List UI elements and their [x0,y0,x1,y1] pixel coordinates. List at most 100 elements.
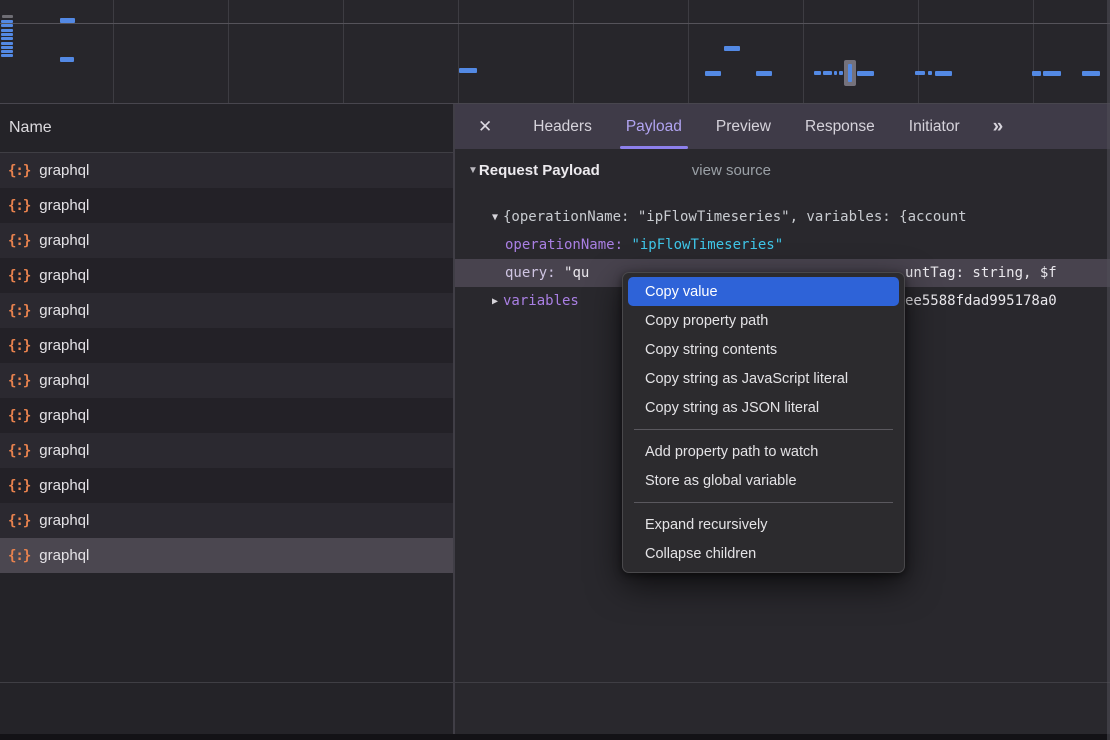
name-column-label: Name [9,119,52,137]
timeline-request-bar [1082,71,1100,76]
json-braces-icon: {:} [8,408,30,424]
section-title: Request Payload [479,162,600,179]
context-menu-item[interactable]: Collapse children [628,539,899,568]
context-menu-item[interactable]: Copy property path [628,306,899,335]
payload-summary-row[interactable]: ▼ {operationName: "ipFlowTimeseries", va… [455,203,1110,231]
property-key: operationName: [505,237,631,253]
timeline-request-bar [1,29,13,32]
json-braces-icon: {:} [8,233,30,249]
context-menu: Copy valueCopy property pathCopy string … [622,272,905,573]
more-tabs-chevron-icon[interactable]: » [993,116,1002,138]
request-name-label: graphql [39,162,89,179]
context-menu-item[interactable]: Copy string as JavaScript literal [628,364,899,393]
request-row[interactable]: {:} graphql [0,363,453,398]
network-overview-timeline[interactable] [0,0,1110,104]
timeline-request-bar [823,71,832,75]
request-row[interactable]: {:} graphql [0,153,453,188]
json-braces-icon: {:} [8,443,30,459]
timeline-request-bar [1032,71,1041,76]
request-row[interactable]: {:} graphql [0,258,453,293]
timeline-request-bar [1,42,13,45]
property-key: query: [505,265,564,281]
timeline-request-bar [1,33,13,36]
context-menu-item[interactable]: Store as global variable [628,466,899,495]
request-row[interactable]: {:} graphql [0,188,453,223]
context-menu-item[interactable]: Copy string contents [628,335,899,364]
json-braces-icon: {:} [8,198,30,214]
timeline-gridline [918,0,919,103]
request-name-label: graphql [39,372,89,389]
property-value-right: untTag: string, $f [905,265,1057,281]
timeline-request-bar [60,57,74,62]
timeline-request-bar [60,18,75,23]
timeline-request-bar [857,71,874,76]
request-row[interactable]: {:} graphql [0,293,453,328]
timeline-request-bar [834,71,837,75]
request-row[interactable]: {:}graphql [0,538,453,573]
collapse-triangle-icon[interactable]: ▼ [468,165,478,176]
timeline-request-bar [814,71,821,75]
tab-payload[interactable]: Payload [609,104,699,149]
tab-response[interactable]: Response [788,104,892,149]
timeline-gridline [343,0,344,103]
timeline-request-bar [1,54,13,57]
request-payload-section-header[interactable]: ▼ Request Payload view source [468,162,771,179]
timeline-request-bar [756,71,772,76]
request-list: {:} graphql {:} graphql {:} graphql {:} graphql… [0,153,453,573]
json-braces-icon: {:} [8,373,30,389]
tab-headers[interactable]: Headers [516,104,609,149]
request-name-label: graphql [39,407,89,424]
timeline-gridline [803,0,804,103]
timeline-request-bar [1,37,13,40]
property-value: "ipFlowTimeseries" [631,237,783,253]
request-list-panel: Name {:}graphql{:}graphql{:}graphql{:}gr… [0,104,455,734]
timeline-request-bar [935,71,952,76]
timeline-request-bar [459,68,477,73]
context-menu-item[interactable]: Expand recursively [628,510,899,539]
context-menu-item[interactable]: Copy string as JSON literal [628,393,899,422]
timeline-request-bar [915,71,925,75]
tab-initiator[interactable]: Initiator [892,104,977,149]
timeline-gridline [573,0,574,103]
timeline-request-bar [928,71,932,75]
timeline-request-bar [2,15,13,18]
json-braces-icon: {:} [8,303,30,319]
request-name-label: graphql [39,267,89,284]
timeline-gridline [688,0,689,103]
timeline-request-bar [839,71,843,75]
timeline-request-bar [1043,71,1061,76]
json-braces-icon: {:} [8,268,30,284]
request-row[interactable]: {:}graphql [0,328,453,363]
context-menu-item[interactable]: Add property path to watch [628,437,899,466]
details-tab-bar: ✕ HeadersPayloadPreviewResponseInitiator… [455,104,1110,149]
request-name-label: graphql [39,197,89,214]
collapsed-triangle-icon[interactable]: ▶ [487,296,503,307]
tab-preview[interactable]: Preview [699,104,788,149]
name-column-header[interactable]: Name [0,104,453,153]
timeline-request-bar [1,24,13,27]
request-name-label: graphql [39,512,89,529]
request-row[interactable]: {:}graphql [0,503,453,538]
menu-separator [634,429,893,430]
view-source-link[interactable]: view source [692,162,771,179]
request-row[interactable]: {:} graphql [0,223,453,258]
timeline-request-bar [705,71,721,76]
request-row[interactable]: {:}graphql [0,468,453,503]
timeline-request-bar [1,50,13,53]
request-row[interactable]: {:} graphql [0,398,453,433]
expanded-triangle-icon[interactable]: ▼ [487,212,503,223]
request-name-label: graphql [39,232,89,249]
timeline-gridline [113,0,114,103]
request-name-label: graphql [39,442,89,459]
request-name-label: graphql [39,302,89,319]
request-name-label: graphql [39,547,89,564]
json-braces-icon: {:} [8,478,30,494]
timeline-request-bar [1,20,13,23]
property-key: variables [503,293,579,309]
context-menu-item[interactable]: Copy value [628,277,899,306]
close-icon[interactable]: ✕ [478,117,492,137]
operation-name-row[interactable]: operationName: "ipFlowTimeseries" [455,231,1110,259]
json-braces-icon: {:} [8,338,30,354]
json-braces-icon: {:} [8,163,30,179]
request-row[interactable]: {:} graphql [0,433,453,468]
